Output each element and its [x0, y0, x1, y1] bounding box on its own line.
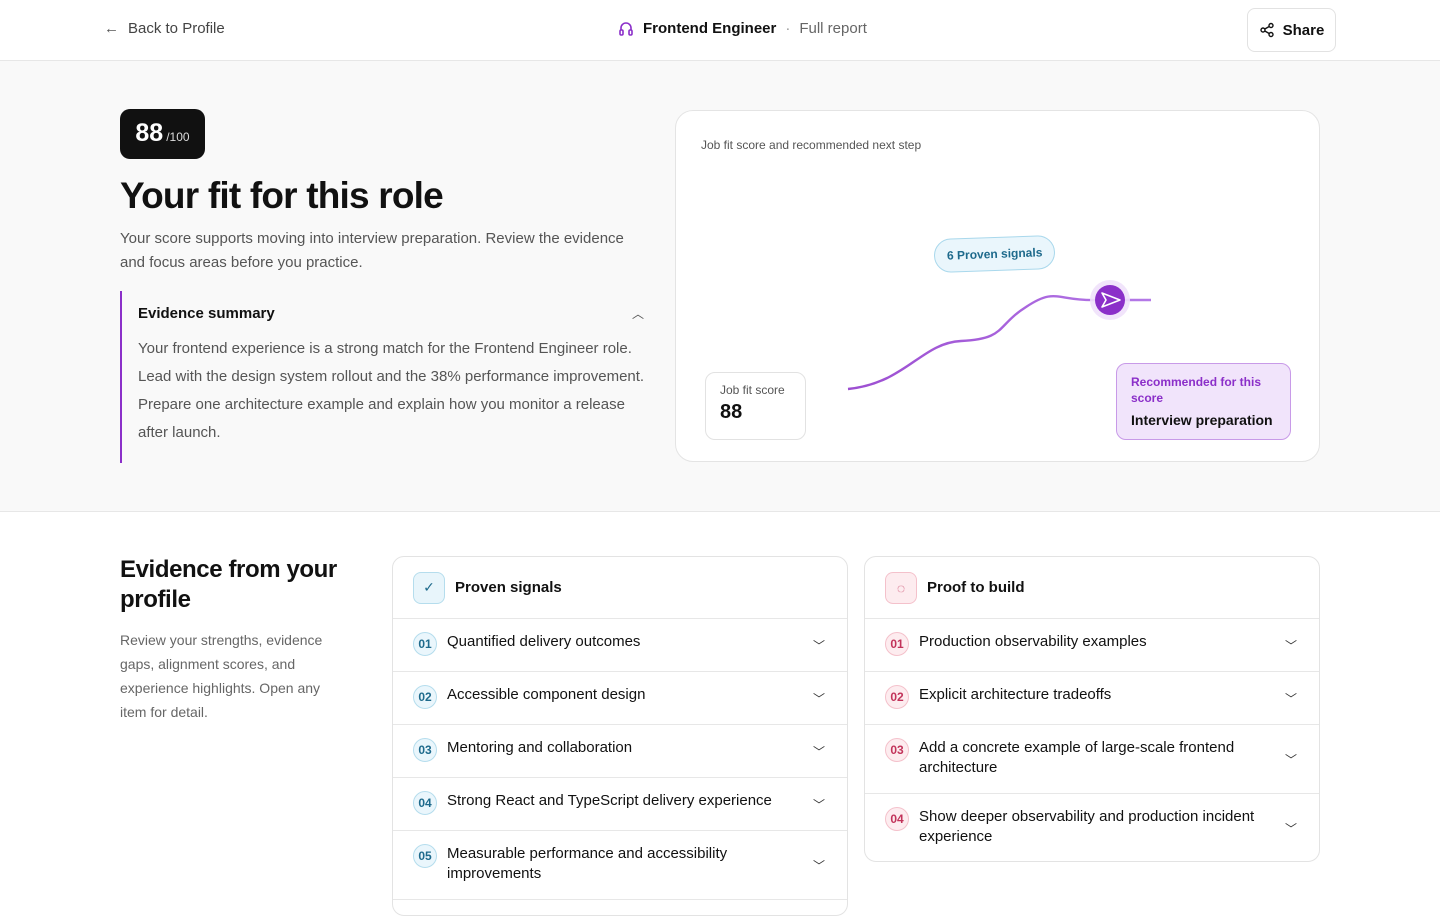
share-label: Share	[1282, 21, 1325, 39]
job-fit-card: Job fit score and recommended next step …	[675, 110, 1320, 462]
back-label: Back to Profile	[128, 20, 225, 37]
chevron-down-icon: ﹀	[812, 798, 825, 812]
list-item[interactable]: 01 Quantified delivery outcomes ﹀	[393, 619, 847, 672]
chevron-down-icon: ﹀	[812, 692, 825, 706]
list-item[interactable]: 02 Explicit architecture tradeoffs ﹀	[865, 672, 1319, 725]
evidence-title: Evidence from your profile	[120, 556, 337, 613]
list-item[interactable]: 02 Accessible component design ﹀	[393, 672, 847, 725]
item-number: 03	[413, 738, 437, 762]
item-label: Measurable performance and accessibility…	[447, 845, 728, 882]
item-number: 05	[413, 844, 437, 868]
job-fit-score-box: Job fit score 88	[705, 372, 806, 440]
page-title: Your fit for this role	[120, 175, 444, 216]
report-label: Full report	[799, 20, 867, 37]
check-icon: ✓	[413, 571, 445, 604]
item-number: 02	[413, 685, 437, 709]
chevron-down-icon: ﹀	[812, 639, 825, 653]
chevron-down-icon: ﹀	[812, 859, 825, 873]
chevron-down-icon: ﹀	[1284, 639, 1297, 653]
hero-section: 88 /100 Your fit for this role Your scor…	[0, 61, 1440, 512]
item-number: 01	[413, 632, 437, 656]
item-label: Explicit architecture tradeoffs	[919, 686, 1112, 703]
top-bar: ← Back to Profile Frontend Engineer · Fu…	[0, 0, 1440, 61]
fit-label: Job fit score	[720, 383, 785, 397]
evidence-summary: Evidence summary ︿ Your frontend experie…	[120, 291, 650, 463]
chevron-down-icon: ﹀	[1284, 753, 1297, 767]
proof-to-build-header: ◌ Proof to build	[865, 557, 1319, 619]
item-number: 01	[885, 632, 909, 656]
list-item[interactable]: 05 Measurable performance and accessibil…	[393, 831, 847, 900]
back-to-profile-link[interactable]: ← Back to Profile	[104, 20, 225, 37]
role-title: Frontend Engineer	[643, 20, 777, 37]
item-label: Add a concrete example of large-scale fr…	[919, 739, 1235, 776]
proven-signals-header: ✓ Proven signals	[393, 557, 847, 619]
proof-to-build-panel: ◌ Proof to build 01 Production observabi…	[864, 556, 1320, 862]
evidence-summary-body: Your frontend experience is a strong mat…	[138, 340, 645, 441]
score-max: /100	[166, 130, 190, 144]
proven-signals-panel: ✓ Proven signals 01 Quantified delivery …	[392, 556, 848, 916]
rec-label: Recommended for this score	[1131, 375, 1262, 405]
evidence-summary-toggle[interactable]: Evidence summary ︿	[138, 291, 650, 335]
list-item[interactable]: 03 Add a concrete example of large-scale…	[865, 725, 1319, 794]
proven-signals-title: Proven signals	[455, 579, 562, 596]
item-number: 04	[885, 807, 909, 831]
item-number: 02	[885, 685, 909, 709]
evidence-description: Review your strengths, evidence gaps, al…	[120, 632, 323, 720]
breadcrumb-separator: ·	[785, 20, 791, 37]
proven-signals-pill: 6 Proven signals	[933, 234, 1056, 274]
share-button[interactable]: Share	[1247, 8, 1336, 52]
chevron-down-icon: ﹀	[812, 745, 825, 759]
evidence-summary-title: Evidence summary	[138, 304, 275, 322]
item-label: Show deeper observability and production…	[919, 808, 1255, 845]
arrow-left-icon: ←	[104, 20, 119, 37]
recommendation-box: Recommended for this score Interview pre…	[1116, 363, 1291, 440]
chevron-up-icon: ︿	[631, 306, 644, 321]
item-label: Production observability examples	[919, 633, 1147, 650]
chevron-down-icon: ﹀	[1284, 692, 1297, 706]
hero-lead: Your score supports moving into intervie…	[120, 230, 624, 271]
item-label: Strong React and TypeScript delivery exp…	[447, 792, 772, 809]
item-number: 04	[413, 791, 437, 815]
item-label: Accessible component design	[447, 686, 646, 703]
item-label: Quantified delivery outcomes	[447, 633, 641, 650]
item-label: Mentoring and collaboration	[447, 739, 633, 756]
list-item[interactable]: 04 Show deeper observability and product…	[865, 794, 1319, 861]
proof-to-build-title: Proof to build	[927, 579, 1025, 596]
rec-value: Interview preparation	[1131, 412, 1273, 428]
fit-value: 88	[720, 401, 743, 423]
list-item[interactable]: 03 Mentoring and collaboration ﹀	[393, 725, 847, 778]
list-item[interactable]: 01 Production observability examples ﹀	[865, 619, 1319, 672]
score-badge: 88 /100	[120, 109, 205, 159]
chevron-down-icon: ﹀	[1284, 822, 1297, 836]
breadcrumb: Frontend Engineer · Full report	[618, 20, 867, 37]
headphones-icon	[619, 21, 633, 36]
share-icon	[1259, 22, 1274, 38]
dashed-circle-icon: ◌	[885, 571, 917, 604]
score-value: 88	[135, 119, 164, 147]
list-item[interactable]: 04 Strong React and TypeScript delivery …	[393, 778, 847, 831]
item-number: 03	[885, 738, 909, 762]
